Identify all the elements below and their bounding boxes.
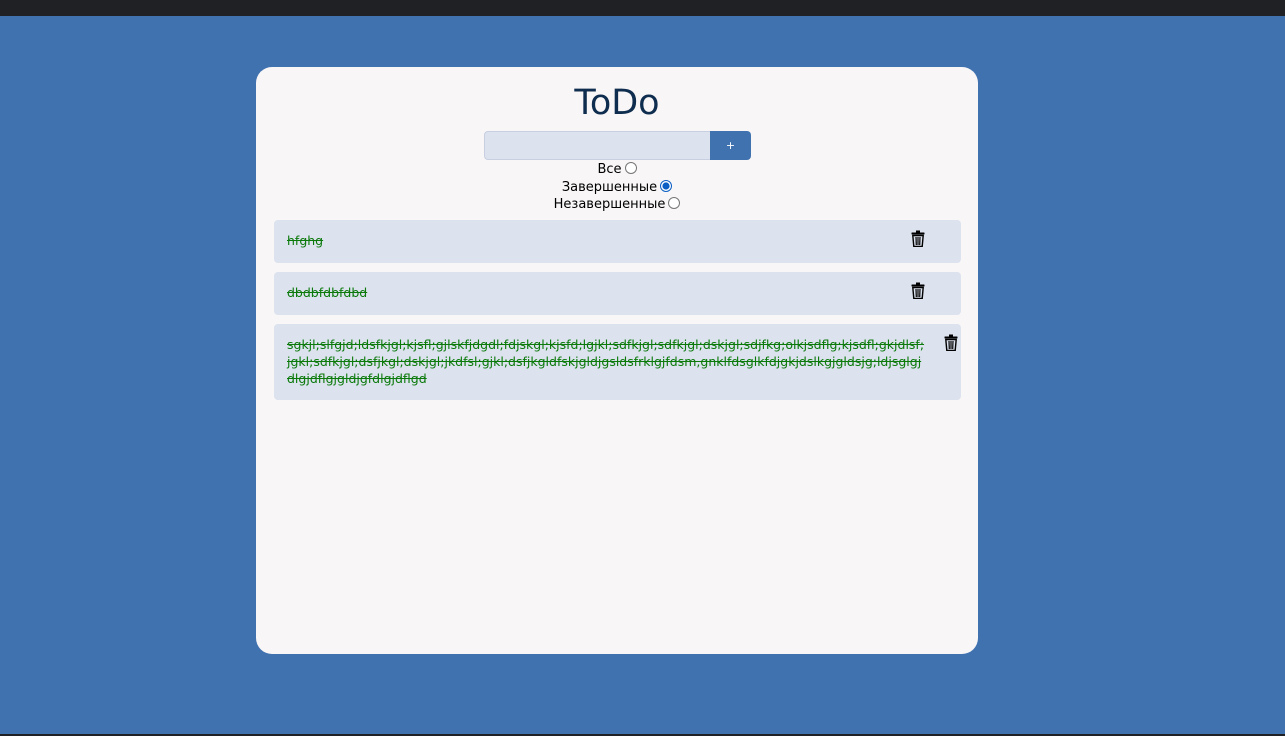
todo-text[interactable]: sgkjl;slfgjd;ldsfkjgl;kjsfl;gjlskfjdgdl;… — [287, 336, 925, 387]
filter-option-all[interactable]: Все — [256, 161, 978, 179]
trash-icon[interactable] — [944, 334, 958, 351]
trash-icon[interactable] — [911, 230, 925, 247]
todo-item[interactable]: hfghg — [274, 220, 961, 263]
filter-radio-incomplete[interactable] — [668, 197, 681, 210]
page-title: ToDo — [574, 83, 660, 123]
todo-list: hfghg dbdbfdbfdbd sgkjl;slfgjd;ldsfkjgl;… — [274, 220, 961, 409]
filter-radio-completed[interactable] — [660, 179, 673, 192]
add-task-form: + — [484, 131, 751, 160]
filter-group: Все Завершенные Незавершенные — [256, 161, 978, 214]
filter-option-incomplete[interactable]: Незавершенные — [256, 196, 978, 214]
filter-label-all: Все — [597, 162, 622, 178]
todo-text[interactable]: hfghg — [287, 232, 921, 249]
todo-item[interactable]: dbdbfdbfdbd — [274, 272, 961, 315]
add-button[interactable]: + — [710, 131, 751, 160]
filter-label-completed: Завершенные — [561, 179, 658, 195]
task-input[interactable] — [484, 131, 710, 160]
filter-radio-all[interactable] — [624, 162, 637, 175]
todo-item[interactable]: sgkjl;slfgjd;ldsfkjgl;kjsfl;gjlskfjdgdl;… — [274, 324, 961, 400]
browser-top-bar — [0, 0, 1285, 16]
todo-card: ToDo + Все Завершенные Незавершенные hfg… — [256, 67, 978, 654]
filter-option-completed[interactable]: Завершенные — [256, 179, 978, 197]
todo-text[interactable]: dbdbfdbfdbd — [287, 284, 921, 301]
trash-icon[interactable] — [911, 282, 925, 299]
filter-label-incomplete: Незавершенные — [553, 197, 666, 213]
